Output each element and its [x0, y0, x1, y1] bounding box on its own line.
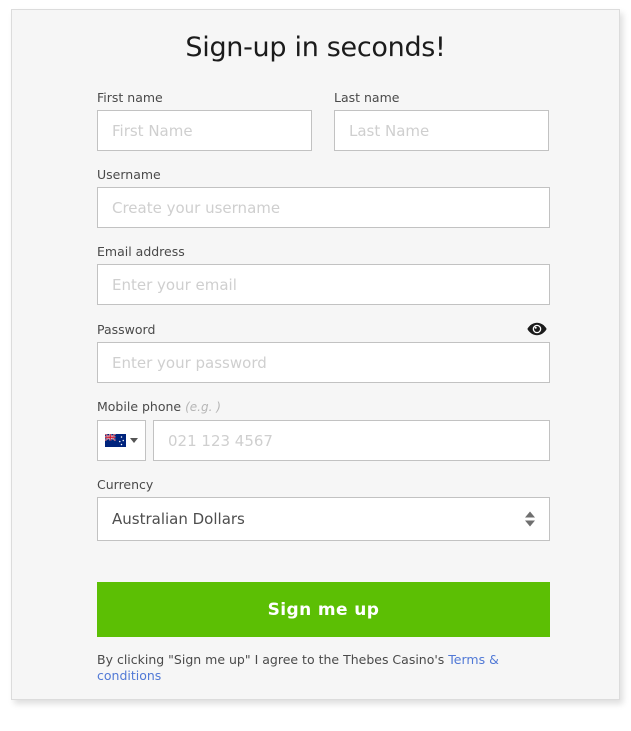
password-label-row: Password [97, 321, 550, 337]
email-field-group: Email address [97, 244, 550, 305]
page-title: Sign-up in seconds! [185, 32, 446, 63]
username-label: Username [97, 167, 161, 182]
last-name-field-group: Last name [334, 90, 549, 151]
mobile-phone-label-hint: (e.g. ) [185, 400, 221, 414]
select-updown-arrows-icon [525, 511, 535, 527]
last-name-label: Last name [334, 90, 400, 105]
mobile-phone-label: Mobile phone (e.g. ) [97, 399, 550, 415]
mobile-phone-input[interactable] [153, 420, 550, 461]
phone-row [97, 420, 550, 461]
arrow-down-icon [525, 520, 535, 527]
eye-icon-svg [527, 322, 547, 336]
chevron-down-icon [130, 438, 138, 443]
page-root: Sign-up in seconds! First name Last name… [0, 0, 631, 731]
currency-field-group: Currency Australian Dollars [97, 477, 550, 541]
first-name-label: First name [97, 90, 163, 105]
terms-agreement-text: By clicking "Sign me up" I agree to the … [97, 652, 550, 684]
password-field-group: Password [97, 321, 550, 383]
new-zealand-flag-icon [105, 434, 126, 447]
last-name-input[interactable] [334, 110, 549, 151]
first-name-input[interactable] [97, 110, 312, 151]
username-input[interactable] [97, 187, 550, 228]
name-row: First name Last name [97, 90, 550, 151]
signup-card: Sign-up in seconds! First name Last name… [11, 9, 620, 700]
email-input[interactable] [97, 264, 550, 305]
password-input[interactable] [97, 342, 550, 383]
currency-label: Currency [97, 477, 154, 492]
currency-select[interactable]: Australian Dollars [97, 497, 550, 541]
username-field-group: Username [97, 167, 550, 228]
flag-svg [105, 434, 126, 447]
currency-selected-value: Australian Dollars [112, 510, 245, 528]
eye-icon[interactable] [526, 321, 548, 337]
signup-form: First name Last name Username Email addr… [97, 90, 550, 684]
email-label: Email address [97, 244, 185, 259]
sign-me-up-button[interactable]: Sign me up [97, 582, 550, 637]
terms-text-before: By clicking "Sign me up" I agree to the … [97, 652, 449, 667]
arrow-up-icon [525, 511, 535, 518]
first-name-field-group: First name [97, 90, 312, 151]
mobile-phone-label-text: Mobile phone [97, 399, 182, 414]
country-code-selector[interactable] [97, 420, 146, 461]
password-label: Password [97, 321, 156, 337]
mobile-phone-field-group: Mobile phone (e.g. ) [97, 399, 550, 461]
